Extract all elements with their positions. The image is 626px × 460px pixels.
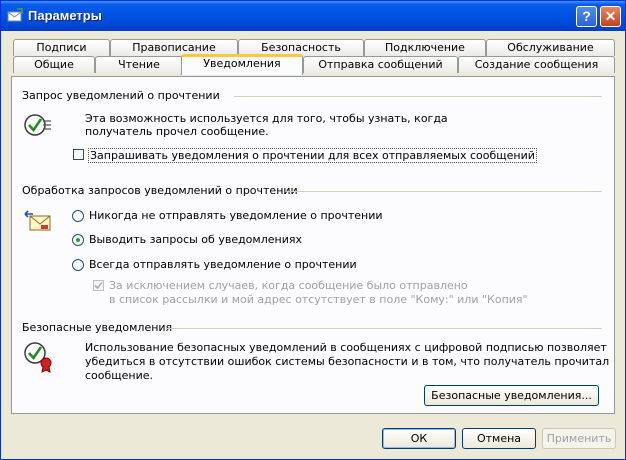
always-send-label[interactable]: Всегда отправлять уведомление о прочтени… <box>89 258 357 271</box>
receipts-panel: Запрос уведомлений о прочтении Эта возмо… <box>11 76 615 414</box>
read-receipts-heading: Запрос уведомлений о прочтении <box>22 89 220 102</box>
close-icon: ✕ <box>604 8 617 24</box>
check-mark-icon <box>94 281 103 290</box>
cancel-button[interactable]: Отмена <box>462 428 536 449</box>
tab-strip: Подписи Правописание Безопасность Подклю… <box>11 37 615 81</box>
tab-signatures[interactable]: Подписи <box>13 39 110 56</box>
secure-receipt-icon <box>24 342 52 373</box>
secure-description-line1: Использование безопасных уведомлений в с… <box>85 341 607 354</box>
secure-receipts-heading: Безопасные уведомления <box>22 321 173 334</box>
apply-button[interactable]: Применить <box>542 428 616 449</box>
divider <box>234 96 602 97</box>
tab-connection[interactable]: Подключение <box>364 39 486 56</box>
radio-selected-dot <box>76 238 80 242</box>
help-button[interactable]: ? <box>576 6 597 27</box>
secure-description-line3: сообщение. <box>85 369 154 382</box>
always-send-radio[interactable] <box>72 259 84 271</box>
window-title: Параметры <box>28 8 102 23</box>
notify-radio[interactable] <box>72 234 84 246</box>
except-checkbox[interactable] <box>93 280 104 291</box>
never-send-label[interactable]: Никогда не отправлять уведомление о проч… <box>89 209 383 222</box>
request-all-checkbox[interactable] <box>73 149 84 160</box>
tab-compose[interactable]: Создание сообщения <box>458 56 615 73</box>
secure-description-line2: убедиться в отсутствии ошибок системы бе… <box>85 355 610 368</box>
notify-label[interactable]: Выводить запросы об уведомлениях <box>89 233 302 246</box>
request-all-label[interactable]: Запрашивать уведомления о прочтении для … <box>88 148 537 163</box>
tab-general[interactable]: Общие <box>13 56 95 73</box>
except-label-line1: За исключением случаев, когда сообщение … <box>109 279 468 292</box>
title-bar[interactable]: Параметры ? ✕ <box>1 1 625 31</box>
read-receipts-description: Эта возможность используется для того, ч… <box>85 112 448 138</box>
close-button[interactable]: ✕ <box>600 6 621 27</box>
tab-read[interactable]: Чтение <box>95 56 183 73</box>
options-dialog: Параметры ? ✕ Подписи Правописание Безоп… <box>0 0 626 460</box>
divider <box>166 328 602 329</box>
tab-receipts[interactable]: Уведомления <box>181 54 303 75</box>
envelope-icon <box>7 8 23 22</box>
returning-receipts-heading: Обработка запросов уведомлений о прочтен… <box>22 184 298 197</box>
read-receipt-icon <box>24 114 51 136</box>
ok-button[interactable]: ОК <box>382 428 456 449</box>
except-label-line2: в список рассылки и мой адрес отсутствуе… <box>109 293 528 306</box>
mail-return-icon <box>24 210 51 231</box>
tab-maintenance[interactable]: Обслуживание <box>486 39 615 56</box>
divider <box>286 191 602 192</box>
tab-send[interactable]: Отправка сообщений <box>303 56 458 73</box>
secure-receipts-button[interactable]: Безопасные уведомления... <box>424 385 599 406</box>
never-send-radio[interactable] <box>72 210 84 222</box>
help-icon: ? <box>582 8 591 24</box>
